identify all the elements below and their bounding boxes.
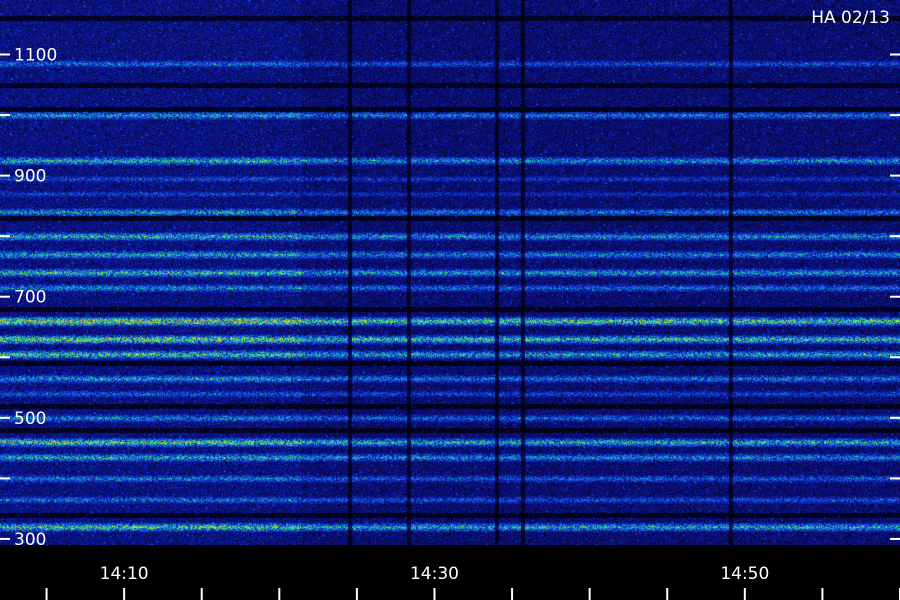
spectrogram: 1100 900 700 500 300 14:10 14:30 14:50 HA 02/13 [0,0,900,600]
spectrogram-panel: 1100 900 700 500 300 14:10 14:30 14:50 HA 02/13 [0,0,900,600]
heatmap-layer [0,0,900,545]
chart-title: HA 02/13 [811,8,890,28]
y-tick-label: 1100 [14,46,57,66]
y-tick-label: 300 [14,530,46,550]
y-tick-label: 500 [14,409,46,429]
y-tick-label: 900 [14,167,46,187]
spectrogram-heatmap [0,0,900,545]
y-tick-label: 700 [14,288,46,308]
x-tick-label: 14:10 [100,564,149,584]
x-tick-label: 14:30 [410,564,459,584]
x-tick-label: 14:50 [720,564,769,584]
